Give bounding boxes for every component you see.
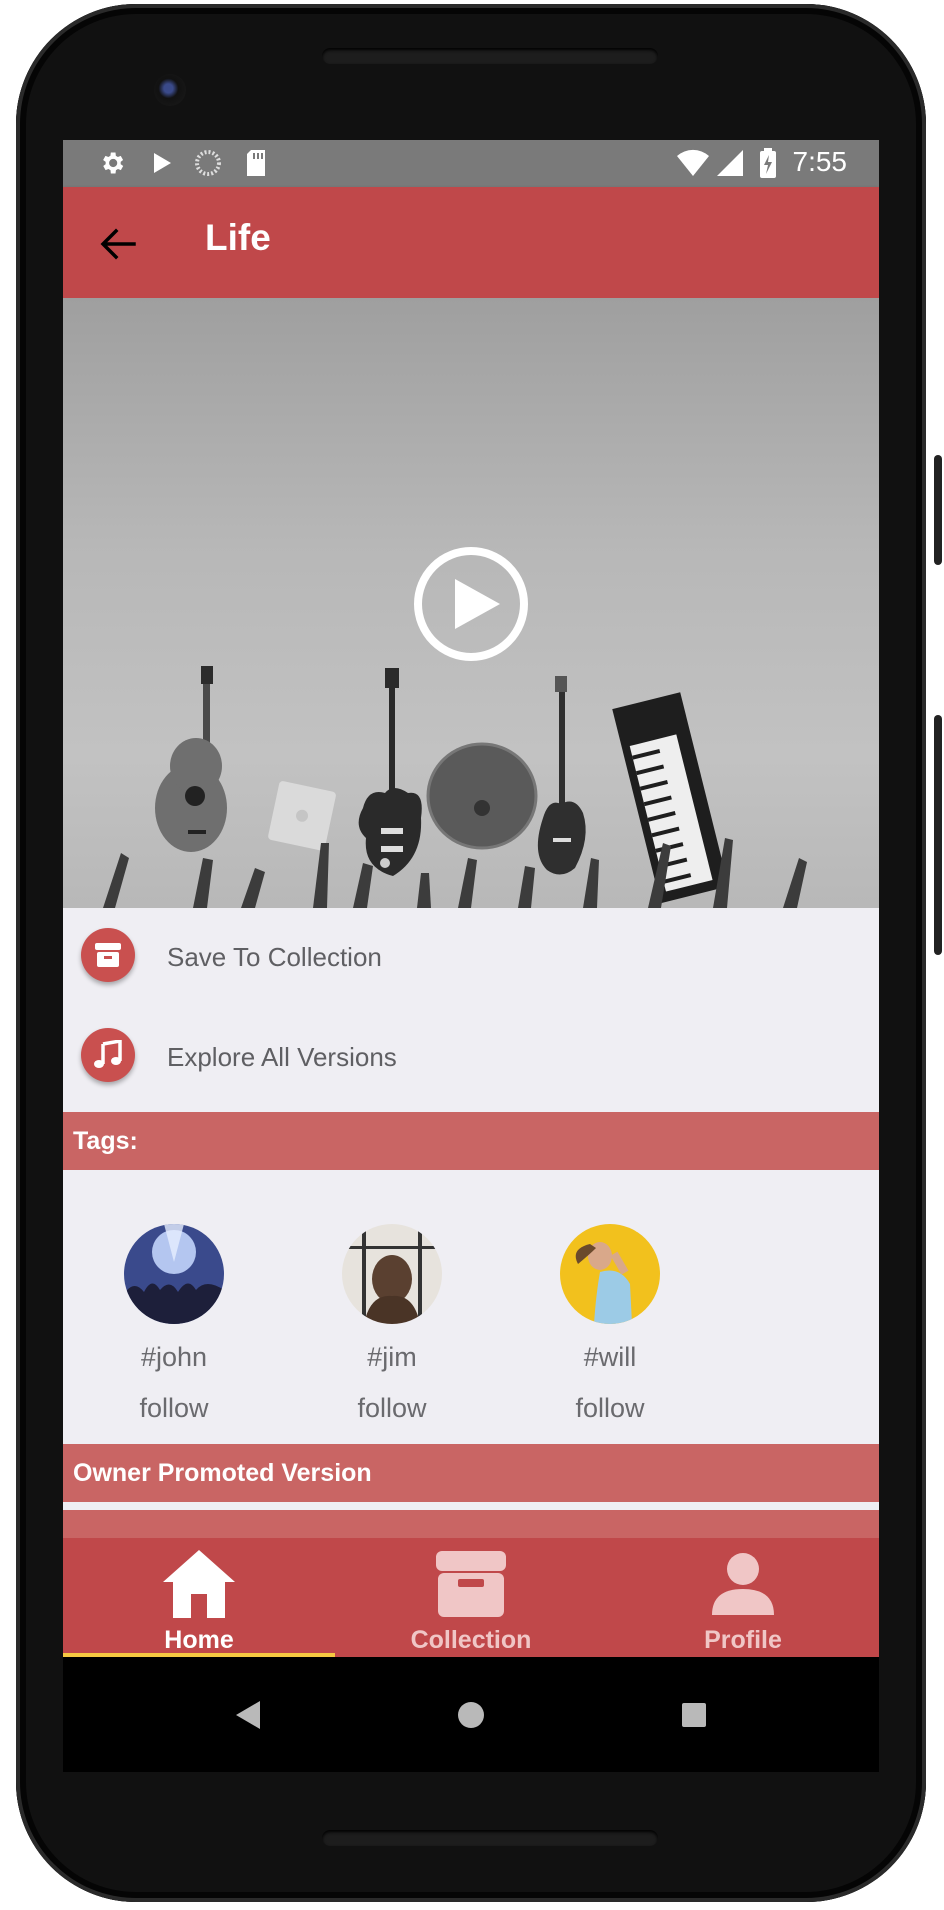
tag-item-jim[interactable]: #jim follow: [317, 1224, 467, 1424]
home-icon: [159, 1546, 239, 1622]
play-icon: [149, 148, 175, 178]
avatar: [560, 1224, 660, 1324]
nav-label-profile: Profile: [704, 1626, 782, 1654]
tag-item-john[interactable]: #john follow: [99, 1224, 249, 1424]
wifi-icon: [675, 148, 711, 178]
video-thumbnail[interactable]: [63, 298, 879, 908]
tag-name: #john: [140, 1342, 208, 1372]
system-navigation-bar: [63, 1657, 879, 1772]
page-title: Life: [205, 217, 271, 258]
archive-box-icon: [431, 1546, 511, 1622]
tag-name: #will: [583, 1342, 637, 1372]
archive-box-icon: [81, 928, 135, 982]
front-camera: [154, 74, 186, 106]
tag-name: #jim: [367, 1342, 417, 1372]
status-bar: 7:55: [63, 140, 879, 187]
follow-button[interactable]: follow: [99, 1393, 249, 1424]
signal-icon: [715, 148, 745, 178]
device-screen: 7:55 Life Save To Collection Explore All…: [63, 140, 879, 1772]
music-note-icon: [81, 1028, 135, 1082]
circle-home-icon: [458, 1702, 484, 1728]
app-bar: Life: [63, 187, 879, 298]
follow-button[interactable]: follow: [317, 1393, 467, 1424]
sd-card-icon: [243, 148, 269, 178]
owner-promoted-version-header[interactable]: Owner Promoted Version: [63, 1444, 879, 1502]
nav-item-home[interactable]: Home: [63, 1538, 335, 1657]
tag-item-will[interactable]: #will follow: [535, 1224, 685, 1424]
nav-label-home: Home: [164, 1626, 234, 1654]
triangle-back-icon: [236, 1701, 260, 1729]
play-button[interactable]: [412, 545, 530, 663]
nav-label-collection: Collection: [410, 1626, 532, 1654]
nav-item-profile[interactable]: Profile: [607, 1538, 879, 1657]
bottom-speaker: [322, 1830, 658, 1846]
loading-icon: [193, 148, 223, 178]
square-recents-icon: [682, 1703, 706, 1727]
bottom-navigation: Home Collection Profile: [63, 1538, 879, 1657]
avatar: [342, 1224, 442, 1324]
system-recents-button[interactable]: [676, 1697, 712, 1733]
tags-section-header: Tags:: [63, 1112, 879, 1170]
volume-rocker: [934, 715, 942, 955]
next-section-header-partial[interactable]: [63, 1510, 879, 1538]
save-to-collection-action[interactable]: Save To Collection: [63, 908, 879, 1006]
save-to-collection-label: Save To Collection: [167, 942, 382, 972]
back-button[interactable]: [93, 219, 143, 269]
play-circle-icon: [414, 547, 528, 661]
avatar: [124, 1224, 224, 1324]
follow-button[interactable]: follow: [535, 1393, 685, 1424]
status-time: 7:55: [792, 146, 848, 177]
person-icon: [703, 1546, 783, 1622]
system-back-button[interactable]: [230, 1697, 266, 1733]
explore-all-versions-label: Explore All Versions: [167, 1042, 397, 1072]
power-button: [934, 455, 942, 565]
nav-item-collection[interactable]: Collection: [335, 1538, 607, 1657]
earpiece-speaker: [322, 48, 658, 64]
system-home-button[interactable]: [453, 1697, 489, 1733]
arrow-left-icon: [100, 228, 136, 260]
battery-charging-icon: [757, 148, 779, 178]
gear-icon: [97, 148, 127, 178]
explore-all-versions-action[interactable]: Explore All Versions: [63, 1008, 879, 1106]
